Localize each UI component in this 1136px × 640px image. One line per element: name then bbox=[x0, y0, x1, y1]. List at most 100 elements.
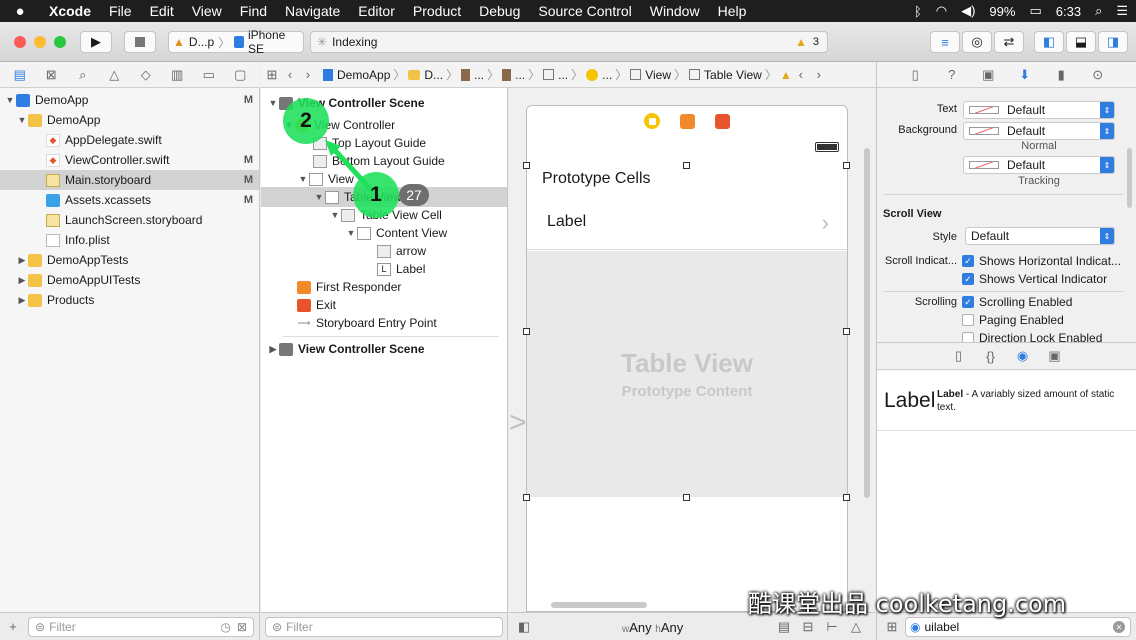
jump-item-view[interactable]: View bbox=[630, 68, 671, 82]
menu-editor[interactable]: Editor bbox=[349, 3, 404, 19]
forward-icon[interactable]: › bbox=[299, 66, 317, 84]
jump-item-project[interactable]: DemoApp bbox=[323, 68, 390, 82]
direction-lock-checkbox[interactable] bbox=[962, 332, 974, 342]
quick-help-icon[interactable]: ? bbox=[943, 66, 961, 84]
outline-item[interactable]: ⟶ Storyboard Entry Point bbox=[261, 313, 507, 333]
scene-row[interactable]: ▶ View Controller Scene bbox=[261, 339, 507, 359]
identity-inspector-icon[interactable]: ▣ bbox=[979, 66, 997, 84]
jump-item-scene[interactable]: ... bbox=[543, 68, 568, 82]
menu-window[interactable]: Window bbox=[641, 3, 709, 19]
list-item[interactable]: Assets.xcassets M bbox=[0, 190, 259, 210]
prototype-cell[interactable]: Label › bbox=[527, 198, 847, 250]
horizontal-scrollbar[interactable] bbox=[551, 602, 647, 608]
library-item-label[interactable]: Label Label - A variably sized amount of… bbox=[877, 371, 1136, 431]
storyboard-canvas[interactable]: Prototype Cells Label › Table View Proto… bbox=[509, 88, 875, 612]
disclosure-closed-icon[interactable]: ▶ bbox=[267, 344, 279, 355]
outline-item[interactable]: Exit bbox=[261, 295, 507, 315]
menu-xcode[interactable]: Xcode bbox=[40, 3, 100, 19]
first-responder-icon[interactable] bbox=[680, 113, 695, 129]
report-navigator-icon[interactable]: ▢ bbox=[231, 66, 249, 84]
warning-icon[interactable]: ▲ bbox=[795, 35, 807, 49]
disclosure-open-icon[interactable]: ▼ bbox=[4, 95, 16, 105]
close-window-button[interactable] bbox=[14, 36, 26, 48]
symbol-navigator-icon[interactable]: ⊠ bbox=[42, 66, 60, 84]
spotlight-icon[interactable]: ⌕ bbox=[1095, 3, 1102, 19]
file-template-library-icon[interactable]: ▯ bbox=[950, 347, 968, 365]
vertical-scrollbar[interactable] bbox=[864, 148, 870, 498]
attributes-inspector-icon[interactable]: ⬇ bbox=[1016, 66, 1034, 84]
clear-icon[interactable]: ✕ bbox=[1113, 621, 1125, 633]
menu-navigate[interactable]: Navigate bbox=[276, 3, 349, 19]
resize-handle[interactable] bbox=[843, 494, 850, 501]
size-class-control[interactable]: wAny hAny bbox=[622, 620, 683, 635]
list-item[interactable]: ▶ Products bbox=[0, 290, 259, 310]
disclosure-closed-icon[interactable]: ▶ bbox=[16, 255, 28, 266]
debug-navigator-icon[interactable]: ▥ bbox=[168, 66, 186, 84]
wifi-icon[interactable]: ◠ bbox=[936, 3, 947, 19]
folder-navigator-icon[interactable]: ▤ bbox=[11, 66, 29, 84]
table-view-placeholder[interactable]: Table View Prototype Content bbox=[527, 251, 847, 497]
menu-help[interactable]: Help bbox=[709, 3, 756, 19]
disclosure-closed-icon[interactable]: ▶ bbox=[16, 295, 28, 306]
standard-editor-button[interactable]: ≡ bbox=[930, 31, 960, 53]
resize-handle[interactable] bbox=[843, 328, 850, 335]
outline-filter-input[interactable]: ⊜ Filter bbox=[265, 617, 503, 637]
list-item[interactable]: ▼ DemoApp bbox=[0, 110, 259, 130]
previous-issue-icon[interactable]: ‹ bbox=[792, 66, 810, 84]
volume-icon[interactable]: ◀) bbox=[961, 3, 975, 19]
version-editor-button[interactable]: ⇄ bbox=[994, 31, 1024, 53]
recent-files-icon[interactable]: ◷ bbox=[221, 620, 231, 634]
list-item[interactable]: ◆ ViewController.swift M bbox=[0, 150, 259, 170]
tracking-color-popup[interactable]: Default ⇕ bbox=[963, 156, 1115, 174]
menu-source-control[interactable]: Source Control bbox=[529, 3, 640, 19]
minimize-window-button[interactable] bbox=[34, 36, 46, 48]
pin-icon[interactable]: ⊢ bbox=[823, 618, 841, 636]
clock[interactable]: 6:33 bbox=[1056, 4, 1081, 19]
file-inspector-icon[interactable]: ▯ bbox=[906, 66, 924, 84]
list-item[interactable]: ▶ DemoAppUITests bbox=[0, 270, 259, 290]
find-navigator-icon[interactable]: ⌕ bbox=[74, 66, 92, 84]
list-item[interactable]: ◆ AppDelegate.swift bbox=[0, 130, 259, 150]
resize-handle[interactable] bbox=[683, 494, 690, 501]
battery-icon[interactable]: ▭ bbox=[1029, 3, 1041, 19]
issue-navigator-icon[interactable]: △ bbox=[105, 66, 123, 84]
jump-item-storyboard[interactable]: ... bbox=[461, 68, 484, 82]
warning-count[interactable]: 3 bbox=[813, 36, 819, 48]
resize-handle[interactable] bbox=[683, 162, 690, 169]
menu-file[interactable]: File bbox=[100, 3, 141, 19]
shows-horizontal-checkbox[interactable]: ✓ bbox=[962, 255, 974, 267]
view-controller-icon[interactable] bbox=[644, 113, 660, 129]
menu-debug[interactable]: Debug bbox=[470, 3, 529, 19]
cell-label[interactable]: Label bbox=[547, 213, 586, 231]
navigator-filter-input[interactable]: ⊜ Filter ◷ ⊠ bbox=[28, 617, 254, 637]
inspector-scrollbar[interactable] bbox=[1127, 148, 1132, 208]
disclosure-closed-icon[interactable]: ▶ bbox=[16, 275, 28, 286]
outline-item[interactable]: L Label bbox=[261, 259, 507, 279]
align-icon[interactable]: ⊟ bbox=[799, 618, 817, 636]
resize-handle[interactable] bbox=[523, 328, 530, 335]
scm-filter-icon[interactable]: ⊠ bbox=[237, 620, 247, 634]
related-items-icon[interactable]: ⊞ bbox=[263, 66, 281, 84]
jump-item-folder[interactable]: D... bbox=[408, 68, 443, 82]
breakpoint-navigator-icon[interactable]: ▭ bbox=[200, 66, 218, 84]
bluetooth-icon[interactable]: ᛒ bbox=[914, 4, 922, 19]
object-library-icon[interactable]: ◉ bbox=[1014, 347, 1032, 365]
text-color-popup[interactable]: Default ⇕ bbox=[963, 101, 1115, 119]
paging-enabled-checkbox[interactable] bbox=[962, 314, 974, 326]
toggle-navigator-button[interactable]: ◧ bbox=[1034, 31, 1064, 53]
menu-find[interactable]: Find bbox=[231, 3, 276, 19]
resize-handle[interactable] bbox=[523, 494, 530, 501]
media-library-icon[interactable]: ▣ bbox=[1046, 347, 1064, 365]
test-navigator-icon[interactable]: ◇ bbox=[137, 66, 155, 84]
stack-icon[interactable]: ▤ bbox=[775, 618, 793, 636]
back-icon[interactable]: ‹ bbox=[281, 66, 299, 84]
menu-edit[interactable]: Edit bbox=[141, 3, 183, 19]
toggle-outline-icon[interactable]: ◧ bbox=[515, 618, 533, 636]
menu-product[interactable]: Product bbox=[404, 3, 470, 19]
warning-icon[interactable]: ▲ bbox=[780, 68, 792, 82]
list-item[interactable]: Info.plist bbox=[0, 230, 259, 250]
resize-handle[interactable] bbox=[843, 162, 850, 169]
outline-item[interactable]: arrow bbox=[261, 241, 507, 261]
add-icon[interactable]: + bbox=[4, 618, 22, 636]
menu-view[interactable]: View bbox=[183, 3, 231, 19]
